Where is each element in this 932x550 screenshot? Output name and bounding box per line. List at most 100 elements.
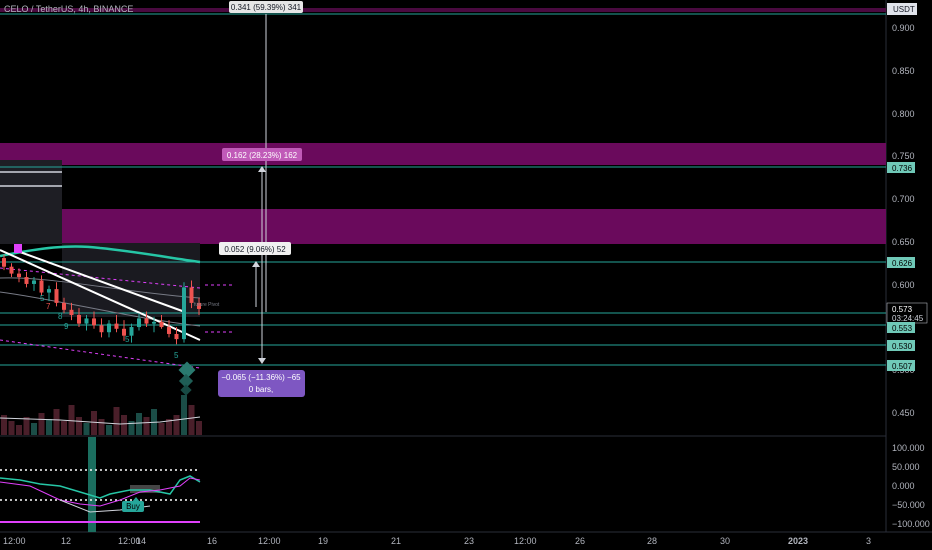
- candle-body: [137, 318, 141, 328]
- volume-bar: [173, 415, 180, 435]
- volume-bar: [188, 405, 195, 435]
- time-tick: 30: [720, 536, 730, 546]
- resistance-zone-lower: [0, 209, 886, 244]
- candle-body: [189, 287, 194, 303]
- volume-bar: [38, 413, 45, 435]
- volume-bar: [76, 417, 82, 435]
- candle-body: [152, 321, 156, 324]
- osc-tick: 50.000: [892, 462, 920, 472]
- volume-bar: [113, 407, 120, 435]
- measure-label-low-text: 0.052 (9.06%) 52: [224, 245, 286, 254]
- volume-bar: [158, 423, 165, 435]
- price-tick: 0.650: [892, 237, 915, 247]
- candle-body: [129, 327, 134, 336]
- future-pivot-label: future Pivot: [194, 302, 220, 308]
- volume-bar: [136, 413, 142, 435]
- price-tick: 0.850: [892, 66, 915, 76]
- current-price-label: 0.573 03:24:45: [886, 302, 928, 324]
- candle-body: [54, 289, 59, 303]
- volume-bar: [61, 421, 67, 435]
- setup-label: 5: [40, 294, 45, 303]
- osc-tick: −100.000: [892, 519, 930, 529]
- price-tick: 0.750: [892, 151, 915, 161]
- measure-label-top-text: 0.341 (59.39%) 341: [231, 3, 302, 12]
- candle-body: [114, 323, 119, 329]
- time-tick: 12: [61, 536, 71, 546]
- price-label-0626: 0.626: [887, 257, 915, 268]
- count-label-5: 5: [125, 335, 130, 344]
- price-label-text: 0.507: [892, 362, 913, 371]
- currency-label: USDT: [893, 5, 915, 14]
- volume-bar: [143, 417, 150, 435]
- price-label-text: 0.553: [892, 324, 913, 333]
- candle-body: [84, 318, 89, 324]
- candle-body: [159, 321, 164, 328]
- measure-label-down[interactable]: −0.065 (−11.36%) −65 0 bars,: [218, 370, 305, 397]
- candle-body: [62, 302, 66, 310]
- price-label-0553: 0.553: [887, 322, 915, 333]
- price-label-text: 0.736: [892, 164, 913, 173]
- measure-label-mid-text: 0.162 (28.23%) 162: [227, 151, 298, 160]
- measure-label-down-bars: 0 bars,: [249, 385, 273, 394]
- candle-body: [2, 258, 6, 267]
- candle-body: [77, 314, 81, 324]
- volume-bar: [46, 419, 52, 435]
- measure-label-mid[interactable]: 0.162 (28.23%) 162: [222, 148, 302, 161]
- time-tick: 2023: [788, 536, 808, 546]
- measure-label-down-text: −0.065 (−11.36%) −65: [221, 373, 301, 382]
- price-label-0530: 0.530: [887, 340, 915, 351]
- time-tick: 28: [647, 536, 657, 546]
- time-tick: 12:00: [258, 536, 281, 546]
- osc-tick: −50.000: [892, 500, 925, 510]
- count-label-5: 5: [174, 351, 179, 360]
- price-label-text: 0.626: [892, 259, 913, 268]
- setup-label: 8: [58, 312, 63, 321]
- volume-bar: [53, 409, 60, 435]
- candle-body: [24, 277, 29, 284]
- time-tick: 21: [391, 536, 401, 546]
- osc-tick: 0.000: [892, 481, 915, 491]
- volume-bar: [83, 423, 90, 435]
- measure-label-low[interactable]: 0.052 (9.06%) 52: [219, 242, 291, 255]
- price-tick: 0.800: [892, 109, 915, 119]
- candle-body: [92, 318, 96, 326]
- price-label-text: 0.530: [892, 342, 913, 351]
- oscillator-highlight-bar: [88, 437, 96, 532]
- volume-bar: [98, 419, 105, 435]
- price-label-0736: 0.736: [887, 162, 915, 173]
- volume-bar: [196, 421, 202, 435]
- candle-body: [99, 325, 104, 333]
- volume-bar: [16, 425, 22, 435]
- candle-body: [17, 273, 21, 278]
- price-tick: 0.700: [892, 194, 915, 204]
- volume-bar: [8, 421, 15, 435]
- candle-body: [32, 280, 36, 284]
- time-tick: 12:00: [3, 536, 26, 546]
- trading-chart[interactable]: 5 7 8 9 5 5 future Pivot 0.341 (59.39%) …: [0, 0, 932, 550]
- symbol-title[interactable]: CELO / TetherUS, 4h, BINANCE: [4, 4, 133, 14]
- candle-body: [69, 309, 74, 315]
- volume-bar: [68, 405, 75, 435]
- candle-body: [39, 280, 44, 293]
- time-tick: 12:00: [514, 536, 537, 546]
- candle-body: [107, 323, 111, 333]
- resistance-zone-upper: [0, 143, 886, 165]
- volume-bar: [121, 415, 127, 435]
- time-tick: 26: [575, 536, 585, 546]
- price-label-0507: 0.507: [887, 360, 915, 371]
- volume-bar: [23, 417, 30, 435]
- volume-bar: [181, 395, 187, 435]
- signal-marker: [14, 244, 22, 253]
- time-tick: 16: [207, 536, 217, 546]
- setup-label: 7: [46, 302, 51, 311]
- price-tick: 0.450: [892, 408, 915, 418]
- volume-bar: [106, 425, 112, 435]
- candle-body: [9, 266, 14, 274]
- candle-body: [47, 289, 51, 293]
- current-price-text: 0.573: [892, 305, 913, 314]
- osc-tick: 100.000: [892, 443, 925, 453]
- volume-bar: [31, 423, 37, 435]
- countdown-text: 03:24:45: [892, 314, 924, 323]
- measure-label-top[interactable]: 0.341 (59.39%) 341: [229, 1, 303, 13]
- time-tick: 23: [464, 536, 474, 546]
